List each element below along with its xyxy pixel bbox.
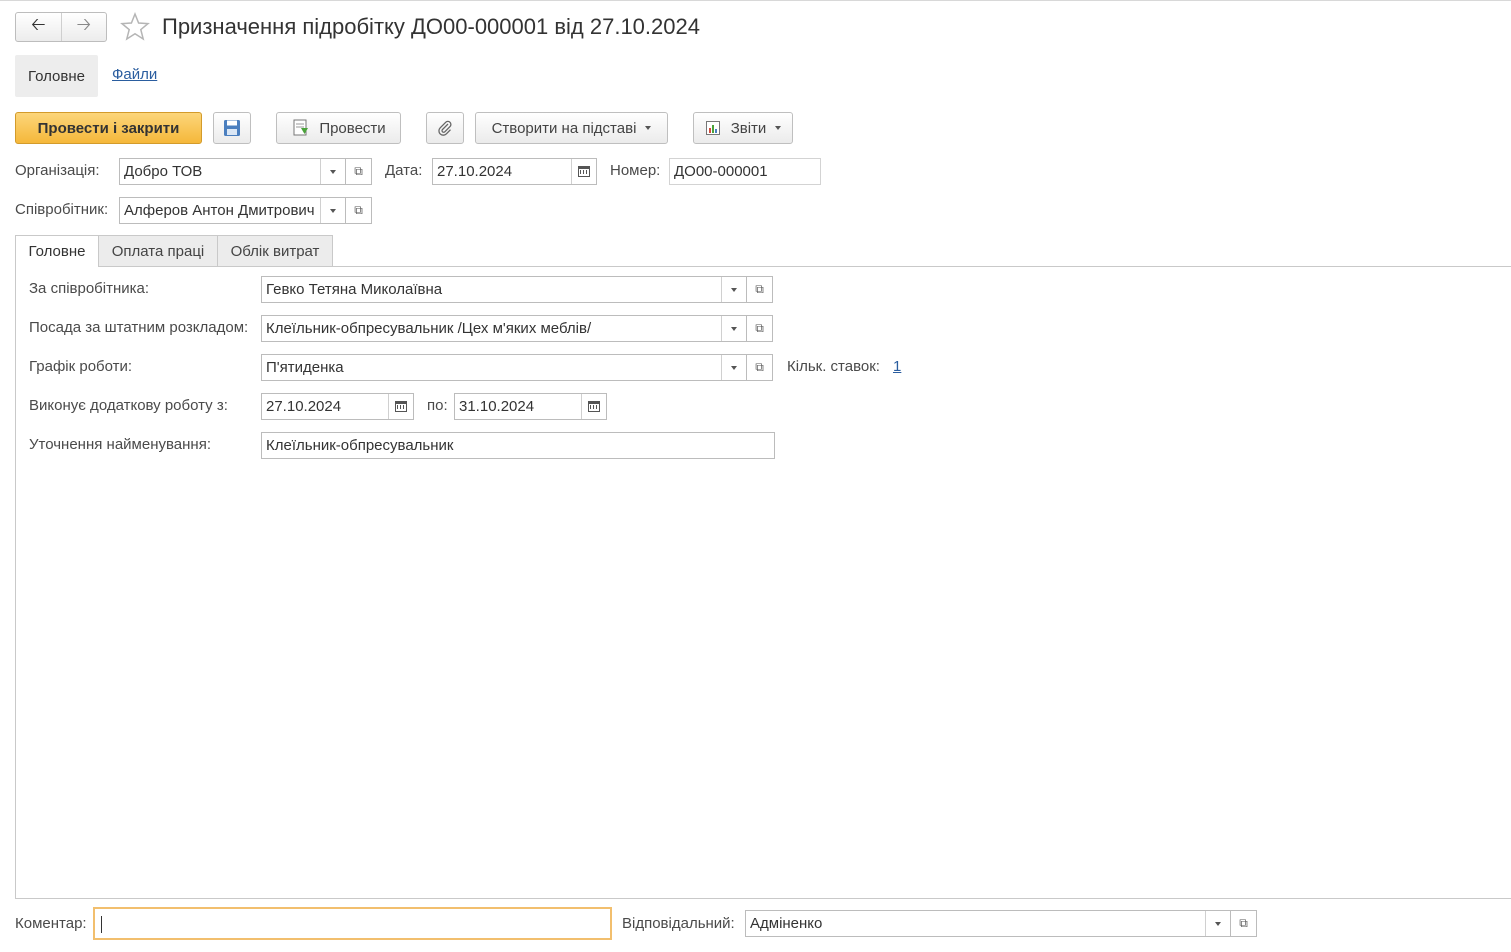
nav-buttons: 🡠 🡢 bbox=[15, 12, 107, 42]
reports-button[interactable]: Звіти bbox=[693, 112, 793, 144]
name-clarification-field[interactable]: Клеїльник-обпресувальник bbox=[261, 432, 775, 459]
responsible-value: Адміненко bbox=[750, 915, 823, 932]
open-form-icon: ⧉ bbox=[755, 321, 764, 335]
organization-open-button[interactable]: ⧉ bbox=[346, 158, 372, 185]
post-and-close-button[interactable]: Провести і закрити bbox=[15, 112, 202, 144]
star-icon[interactable] bbox=[119, 11, 151, 43]
floppy-disk-icon bbox=[224, 120, 240, 136]
schedule-open-button[interactable]: ⧉ bbox=[747, 354, 773, 381]
for-employee-open-button[interactable]: ⧉ bbox=[747, 276, 773, 303]
date-label: Дата: bbox=[385, 162, 423, 179]
employee-value: Алферов Антон Дмитрович bbox=[124, 202, 315, 219]
calendar-icon bbox=[578, 166, 590, 177]
rate-count-label: Кільк. ставок: bbox=[787, 358, 880, 375]
chevron-down-icon bbox=[330, 208, 336, 213]
tab-payroll[interactable]: Оплата праці bbox=[98, 235, 218, 267]
extra-work-to-calendar-button[interactable] bbox=[581, 394, 606, 419]
responsible-open-button[interactable]: ⧉ bbox=[1231, 910, 1257, 937]
date-field[interactable]: 27.10.2024 bbox=[432, 158, 597, 185]
extra-work-to-value: 31.10.2024 bbox=[459, 398, 535, 415]
number-field[interactable]: ДО00-000001 bbox=[669, 158, 821, 185]
section-main[interactable]: Головне bbox=[15, 55, 98, 97]
comment-value bbox=[95, 909, 610, 938]
arrow-right-icon: 🡢 bbox=[76, 14, 92, 34]
organization-dropdown-button[interactable] bbox=[320, 159, 345, 184]
post-label: Провести bbox=[319, 119, 386, 137]
extra-work-from-value: 27.10.2024 bbox=[266, 398, 342, 415]
calendar-icon bbox=[395, 401, 407, 412]
position-label: Посада за штатним розкладом: bbox=[29, 319, 249, 336]
page-title: Призначення підробітку ДО00-000001 від 2… bbox=[162, 14, 700, 39]
extra-work-from-label: Виконує додаткову роботу з: bbox=[29, 397, 228, 414]
paperclip-icon bbox=[438, 120, 452, 136]
name-clarification-value: Клеїльник-обпресувальник bbox=[266, 437, 454, 454]
chevron-down-icon bbox=[1215, 921, 1221, 926]
schedule-dropdown-button[interactable] bbox=[721, 355, 746, 380]
arrow-left-icon: 🡠 bbox=[30, 14, 46, 34]
chevron-down-icon bbox=[645, 126, 652, 130]
schedule-label: Графік роботи: bbox=[29, 358, 133, 375]
post-document-icon bbox=[293, 119, 309, 136]
organization-field[interactable]: Добро ТОВ bbox=[119, 158, 346, 185]
open-form-icon: ⧉ bbox=[354, 164, 363, 178]
schedule-value: П'ятиденка bbox=[266, 359, 344, 376]
chevron-down-icon bbox=[731, 365, 737, 370]
for-employee-value: Гевко Тетяна Миколаївна bbox=[266, 281, 443, 298]
chevron-down-icon bbox=[731, 326, 737, 331]
responsible-dropdown-button[interactable] bbox=[1205, 911, 1230, 936]
extra-work-to-label: по: bbox=[427, 397, 448, 414]
open-form-icon: ⧉ bbox=[1239, 916, 1248, 930]
forward-button[interactable]: 🡢 bbox=[60, 13, 107, 41]
report-chart-icon bbox=[705, 121, 720, 135]
tab-cost-accounting[interactable]: Облік витрат bbox=[217, 235, 333, 267]
reports-label: Звіти bbox=[730, 119, 767, 137]
create-based-on-button[interactable]: Створити на підставі bbox=[475, 112, 668, 144]
open-form-icon: ⧉ bbox=[755, 360, 764, 374]
number-label: Номер: bbox=[610, 162, 661, 179]
comment-field[interactable] bbox=[93, 907, 612, 940]
text-cursor bbox=[101, 916, 102, 933]
responsible-field[interactable]: Адміненко bbox=[745, 910, 1231, 937]
section-files-link[interactable]: Файли bbox=[112, 66, 157, 83]
position-value: Клеїльник-обпресувальник /Цех м'яких меб… bbox=[266, 320, 592, 337]
date-value: 27.10.2024 bbox=[437, 163, 513, 180]
employee-label: Співробітник: bbox=[15, 201, 109, 218]
back-button[interactable]: 🡠 bbox=[16, 13, 61, 41]
chevron-down-icon bbox=[731, 287, 737, 292]
position-field[interactable]: Клеїльник-обпресувальник /Цех м'яких меб… bbox=[261, 315, 747, 342]
for-employee-dropdown-button[interactable] bbox=[721, 277, 746, 302]
position-open-button[interactable]: ⧉ bbox=[747, 315, 773, 342]
chevron-down-icon bbox=[330, 169, 336, 174]
name-clarification-label: Уточнення найменування: bbox=[29, 436, 211, 453]
employee-open-button[interactable]: ⧉ bbox=[346, 197, 372, 224]
for-employee-label: За співробітника: bbox=[29, 280, 150, 297]
post-and-close-label: Провести і закрити bbox=[37, 119, 180, 137]
comment-label: Коментар: bbox=[15, 915, 87, 932]
chevron-down-icon bbox=[775, 126, 782, 130]
open-form-icon: ⧉ bbox=[354, 203, 363, 217]
organization-label: Організація: bbox=[15, 162, 100, 179]
date-calendar-button[interactable] bbox=[571, 159, 596, 184]
save-button[interactable] bbox=[213, 112, 251, 144]
position-dropdown-button[interactable] bbox=[721, 316, 746, 341]
extra-work-to-field[interactable]: 31.10.2024 bbox=[454, 393, 607, 420]
for-employee-field[interactable]: Гевко Тетяна Миколаївна bbox=[261, 276, 747, 303]
rate-count-link[interactable]: 1 bbox=[893, 354, 901, 380]
number-value: ДО00-000001 bbox=[674, 163, 768, 180]
attach-button[interactable] bbox=[426, 112, 464, 144]
extra-work-from-calendar-button[interactable] bbox=[388, 394, 413, 419]
responsible-label: Відповідальний: bbox=[622, 915, 735, 932]
post-button[interactable]: Провести bbox=[276, 112, 401, 144]
employee-field[interactable]: Алферов Антон Дмитрович bbox=[119, 197, 346, 224]
top-border bbox=[0, 0, 1511, 1]
create-based-on-label: Створити на підставі bbox=[491, 119, 637, 137]
employee-dropdown-button[interactable] bbox=[320, 198, 345, 223]
organization-value: Добро ТОВ bbox=[124, 163, 203, 180]
extra-work-from-field[interactable]: 27.10.2024 bbox=[261, 393, 414, 420]
open-form-icon: ⧉ bbox=[755, 282, 764, 296]
tab-main[interactable]: Головне bbox=[15, 235, 99, 267]
schedule-field[interactable]: П'ятиденка bbox=[261, 354, 747, 381]
calendar-icon bbox=[588, 401, 600, 412]
